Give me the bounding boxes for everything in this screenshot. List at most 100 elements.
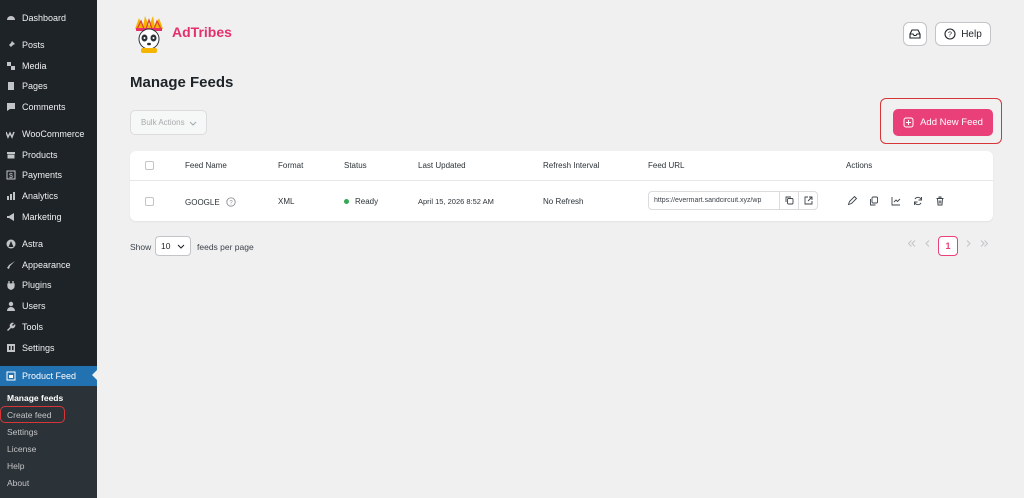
- refresh-icon: [914, 196, 922, 206]
- chevron-down-icon: [177, 244, 185, 249]
- question-circle-icon: ?: [944, 28, 956, 40]
- sidebar-item-label: Tools: [22, 322, 44, 332]
- sidebar-item-label: Posts: [22, 40, 45, 50]
- open-url-button[interactable]: [798, 192, 817, 209]
- duplicate-feed-button[interactable]: [868, 195, 880, 207]
- chevrons-right-icon: [980, 240, 989, 247]
- plus-square-icon: [903, 117, 914, 128]
- add-new-feed-button[interactable]: Add New Feed: [893, 109, 993, 136]
- sidebar-item-label: Media: [22, 61, 47, 71]
- row-checkbox[interactable]: [145, 197, 154, 206]
- admin-sidebar: Dashboard Posts Media Pages Comments Woo…: [0, 0, 97, 498]
- sidebar-item-label: Users: [22, 301, 46, 311]
- submenu-manage-feeds[interactable]: Manage feeds: [7, 391, 63, 405]
- next-page-button[interactable]: [964, 239, 973, 250]
- wrench-icon: [6, 322, 16, 332]
- media-icon: [6, 61, 16, 71]
- feed-name[interactable]: GOOGLE: [185, 198, 220, 207]
- sidebar-item-comments[interactable]: Comments: [0, 98, 97, 116]
- sidebar-item-label: Astra: [22, 239, 44, 249]
- sidebar-item-dashboard[interactable]: Dashboard: [0, 9, 97, 27]
- page-title: Manage Feeds: [130, 74, 234, 91]
- astra-icon: [6, 239, 16, 249]
- sidebar-item-label: Marketing: [22, 212, 62, 222]
- edit-feed-button[interactable]: [846, 195, 858, 207]
- submenu-license[interactable]: License: [7, 442, 36, 456]
- sidebar-item-media[interactable]: Media: [0, 57, 97, 75]
- sidebar-item-payments[interactable]: $ Payments: [0, 166, 97, 184]
- help-button[interactable]: ? Help: [935, 22, 991, 46]
- feed-url-text[interactable]: https://evermart.sandcircuit.xyz/wp: [649, 197, 779, 204]
- sidebar-item-label: Settings: [22, 343, 55, 353]
- pencil-icon: [847, 196, 857, 206]
- brush-icon: [6, 260, 16, 270]
- chevrons-left-icon: [907, 240, 916, 247]
- sidebar-item-label: Analytics: [22, 191, 59, 201]
- submenu-help[interactable]: Help: [7, 459, 24, 473]
- feed-stats-button[interactable]: [890, 195, 902, 207]
- page-1-button[interactable]: 1: [938, 236, 958, 256]
- last-updated-cell: April 15, 2026 8:52 AM: [418, 197, 494, 206]
- pages-icon: [6, 81, 16, 91]
- per-page-value: 10: [161, 241, 171, 251]
- copy-url-button[interactable]: [779, 192, 798, 209]
- submenu-about[interactable]: About: [7, 476, 29, 490]
- comment-icon: [6, 102, 16, 112]
- submenu-settings[interactable]: Settings: [7, 425, 38, 439]
- sidebar-item-tools[interactable]: Tools: [0, 318, 97, 336]
- inbox-button[interactable]: [903, 22, 927, 46]
- sidebar-item-marketing[interactable]: Marketing: [0, 208, 97, 226]
- sidebar-item-products[interactable]: Products: [0, 146, 97, 164]
- chevron-left-icon: [925, 240, 930, 247]
- header-feed-url: Feed URL: [648, 161, 685, 170]
- plug-icon: [6, 280, 16, 290]
- sidebar-item-astra[interactable]: Astra: [0, 235, 97, 253]
- sidebar-item-users[interactable]: Users: [0, 297, 97, 315]
- bulk-actions-select[interactable]: Bulk Actions: [130, 110, 207, 135]
- bar-chart-icon: [6, 191, 16, 201]
- sidebar-item-pages[interactable]: Pages: [0, 77, 97, 95]
- brand-name: AdTribes: [172, 24, 232, 40]
- sidebar-item-product-feed[interactable]: Product Feed: [0, 366, 97, 386]
- archive-icon: [6, 150, 16, 160]
- last-page-button[interactable]: [980, 239, 989, 250]
- first-page-button[interactable]: [907, 239, 916, 250]
- sidebar-item-label: Plugins: [22, 280, 52, 290]
- add-feed-label: Add New Feed: [920, 117, 983, 128]
- dollar-icon: $: [6, 170, 16, 180]
- sidebar-item-appearance[interactable]: Appearance: [0, 256, 97, 274]
- sidebar-item-settings[interactable]: Settings: [0, 339, 97, 357]
- sidebar-item-posts[interactable]: Posts: [0, 36, 97, 54]
- refresh-feed-button[interactable]: [912, 195, 924, 207]
- sidebar-item-woocommerce[interactable]: WooCommerce: [0, 125, 97, 143]
- sidebar-item-analytics[interactable]: Analytics: [0, 187, 97, 205]
- sidebar-item-label: WooCommerce: [22, 129, 85, 139]
- question-circle-icon[interactable]: ?: [226, 197, 236, 207]
- status-badge: Ready: [355, 197, 379, 206]
- sidebar-item-label: Product Feed: [22, 371, 77, 381]
- sidebar-item-label: Appearance: [22, 260, 71, 270]
- svg-text:?: ?: [948, 32, 952, 39]
- per-page-label: feeds per page: [197, 242, 254, 252]
- select-all-checkbox[interactable]: [145, 161, 154, 170]
- feed-url-field: https://evermart.sandcircuit.xyz/wp: [648, 191, 818, 210]
- delete-feed-button[interactable]: [934, 195, 946, 207]
- feed-icon: [6, 371, 16, 381]
- sidebar-item-label: Payments: [22, 170, 63, 180]
- sidebar-item-plugins[interactable]: Plugins: [0, 276, 97, 294]
- table-header: Feed Name Format Status Last Updated Ref…: [130, 151, 993, 181]
- adtribes-logo-icon: [135, 16, 163, 53]
- chevron-down-icon: [189, 121, 196, 126]
- header-actions: Actions: [846, 161, 873, 170]
- header-format: Format: [278, 161, 304, 170]
- chart-icon: [891, 197, 901, 206]
- header-refresh-interval: Refresh Interval: [543, 161, 600, 170]
- per-page-select[interactable]: 10: [155, 236, 191, 256]
- header-status: Status: [344, 161, 367, 170]
- status-dot-icon: [344, 199, 349, 205]
- prev-page-button[interactable]: [923, 239, 932, 250]
- refresh-interval-cell: No Refresh: [543, 197, 584, 206]
- copy-icon: [785, 196, 793, 205]
- pin-icon: [6, 40, 16, 50]
- trash-icon: [936, 196, 944, 206]
